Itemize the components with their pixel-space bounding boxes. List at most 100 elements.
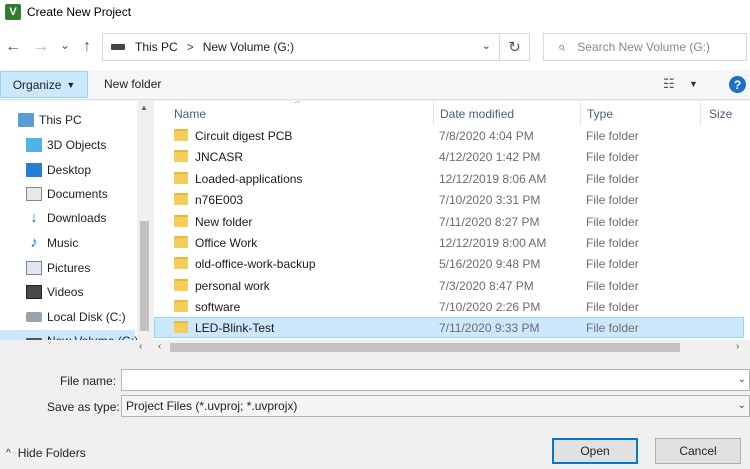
file-name: JNCASR xyxy=(195,149,244,164)
pictures-icon xyxy=(26,261,42,275)
organize-button[interactable]: Organize ▼ xyxy=(0,71,88,98)
sidebar-item-videos[interactable]: Videos xyxy=(0,281,135,303)
sidebar-item-local-disk[interactable]: Local Disk (C:) xyxy=(0,306,135,328)
view-dropdown-icon[interactable]: ▼ xyxy=(689,79,698,89)
save-type-label: Save as type: xyxy=(47,400,120,414)
cancel-button[interactable]: Cancel xyxy=(655,438,741,464)
save-type-select[interactable]: Project Files (*.uvproj; *.uvprojx) ⌄ xyxy=(121,395,750,417)
folder-icon xyxy=(174,172,188,184)
command-toolbar: Organize ▼ New folder ☷ ▼ ? xyxy=(0,70,750,100)
folder-icon xyxy=(174,279,188,291)
folder-icon xyxy=(174,150,188,162)
scroll-up-icon[interactable]: ▲ xyxy=(140,103,148,112)
computer-icon xyxy=(18,113,34,127)
file-type: File folder xyxy=(586,256,639,271)
sidebar-item-label: This PC xyxy=(39,113,82,127)
sidebar-item-label: Videos xyxy=(47,285,84,299)
file-type: File folder xyxy=(586,235,639,250)
table-row[interactable]: software 7/10/2020 2:26 PM File folder xyxy=(154,296,744,317)
file-list: ^ Name Date modified Type Size Circuit d… xyxy=(154,101,750,355)
table-row[interactable]: Loaded-applications 12/12/2019 8:06 AM F… xyxy=(154,168,744,189)
horizontal-scroll-thumb[interactable] xyxy=(170,343,680,352)
3d-objects-icon xyxy=(26,138,42,152)
scroll-right-icon[interactable]: › xyxy=(736,341,739,352)
file-type: File folder xyxy=(586,214,639,229)
table-row-selected[interactable]: LED-Blink-Test 7/11/2020 9:33 PM File fo… xyxy=(154,317,744,338)
sidebar-horizontal-scrollbar[interactable]: ‹ xyxy=(0,340,152,355)
file-name: LED-Blink-Test xyxy=(195,320,275,335)
table-row[interactable]: n76E003 7/10/2020 3:31 PM File folder xyxy=(154,189,744,210)
sidebar-item-label: Local Disk (C:) xyxy=(47,310,126,324)
table-row[interactable]: personal work 7/3/2020 8:47 PM File fold… xyxy=(154,275,744,296)
app-icon: V xyxy=(5,4,21,20)
column-header-type[interactable]: Type xyxy=(587,107,613,121)
sidebar-item-label: Pictures xyxy=(47,261,91,275)
sidebar-item-this-pc[interactable]: This PC xyxy=(0,109,135,131)
videos-icon xyxy=(26,285,42,299)
open-button[interactable]: Open xyxy=(552,438,638,464)
sidebar-scrollbar[interactable]: ▲ ▼ xyxy=(137,101,152,355)
folder-icon xyxy=(174,193,188,205)
scroll-left-icon[interactable]: ‹ xyxy=(139,341,142,352)
table-row[interactable]: Circuit digest PCB 7/8/2020 4:04 PM File… xyxy=(154,125,744,146)
file-name-field[interactable]: ⌄ xyxy=(121,369,750,391)
file-list-horizontal-scrollbar[interactable]: ‹ › xyxy=(154,340,750,355)
file-name: software xyxy=(195,299,241,314)
table-row[interactable]: old-office-work-backup 5/16/2020 9:48 PM… xyxy=(154,253,744,274)
help-icon[interactable]: ? xyxy=(729,76,746,93)
table-row[interactable]: JNCASR 4/12/2020 1:42 PM File folder xyxy=(154,146,744,167)
file-name: n76E003 xyxy=(195,192,244,207)
breadcrumb-separator-icon[interactable]: > xyxy=(187,40,194,54)
organize-label: Organize xyxy=(12,77,62,92)
new-folder-button[interactable]: New folder xyxy=(104,77,161,91)
breadcrumb-this-pc[interactable]: This PC xyxy=(135,40,178,54)
organize-caret-icon: ▼ xyxy=(66,79,76,90)
column-divider[interactable] xyxy=(700,101,701,125)
chevron-up-icon: ^ xyxy=(6,447,11,459)
breadcrumb-new-volume[interactable]: New Volume (G:) xyxy=(203,40,294,54)
file-type: File folder xyxy=(586,299,639,314)
chevron-down-icon[interactable]: ⌄ xyxy=(738,374,746,385)
sidebar-item-pictures[interactable]: Pictures xyxy=(0,257,135,279)
column-divider[interactable] xyxy=(580,101,581,125)
hide-folders-button[interactable]: ^ Hide Folders xyxy=(6,446,86,460)
file-name: Loaded-applications xyxy=(195,171,303,186)
folder-icon xyxy=(174,257,188,269)
search-placeholder: Search New Volume (G:) xyxy=(577,40,710,54)
column-divider[interactable] xyxy=(433,101,434,125)
sidebar-item-label: 3D Objects xyxy=(47,138,107,152)
sidebar-item-desktop[interactable]: Desktop xyxy=(0,159,135,181)
table-row[interactable]: Office Work 12/12/2019 8:00 AM File fold… xyxy=(154,232,744,253)
file-type: File folder xyxy=(586,278,639,293)
up-folder-icon[interactable]: ↑ xyxy=(76,36,98,58)
back-icon[interactable]: ← xyxy=(2,36,24,58)
folder-icon xyxy=(174,321,188,333)
search-box[interactable]: ⌕ Search New Volume (G:) xyxy=(543,33,747,61)
sidebar-item-music[interactable]: ♪ Music xyxy=(0,232,135,254)
sidebar-scroll-thumb[interactable] xyxy=(140,221,149,331)
recent-locations-icon[interactable]: ⌄ xyxy=(54,34,76,56)
navigation-bar: ← → ⌄ ↑ This PC > New Volume (G:) ⌄ ↻ ⌕ … xyxy=(0,24,750,70)
refresh-icon[interactable]: ↻ xyxy=(499,34,529,60)
file-name: Circuit digest PCB xyxy=(195,128,293,143)
desktop-icon xyxy=(26,163,42,177)
sidebar-item-downloads[interactable]: ↓ Downloads xyxy=(0,207,135,229)
sidebar-item-documents[interactable]: Documents xyxy=(0,183,135,205)
column-header-size[interactable]: Size xyxy=(709,107,732,121)
chevron-down-icon[interactable]: ⌄ xyxy=(738,400,746,411)
sidebar-item-3d-objects[interactable]: 3D Objects xyxy=(0,134,135,156)
file-name-label: File name: xyxy=(60,374,117,388)
address-dropdown-icon[interactable]: ⌄ xyxy=(482,39,491,52)
documents-icon xyxy=(26,187,42,201)
sidebar-item-label: Downloads xyxy=(47,211,107,225)
table-row[interactable]: New folder 7/11/2020 8:27 PM File folder xyxy=(154,211,744,232)
column-header-name[interactable]: Name xyxy=(174,107,206,121)
file-date: 4/12/2020 1:42 PM xyxy=(439,149,541,164)
view-options-icon[interactable]: ☷ xyxy=(663,76,675,92)
address-bar[interactable]: This PC > New Volume (G:) ⌄ ↻ xyxy=(102,33,530,61)
sidebar-item-label: Desktop xyxy=(47,163,92,177)
column-header-date[interactable]: Date modified xyxy=(440,107,514,121)
scroll-left-icon[interactable]: ‹ xyxy=(158,341,161,352)
forward-icon[interactable]: → xyxy=(30,36,52,58)
file-type: File folder xyxy=(586,171,639,186)
